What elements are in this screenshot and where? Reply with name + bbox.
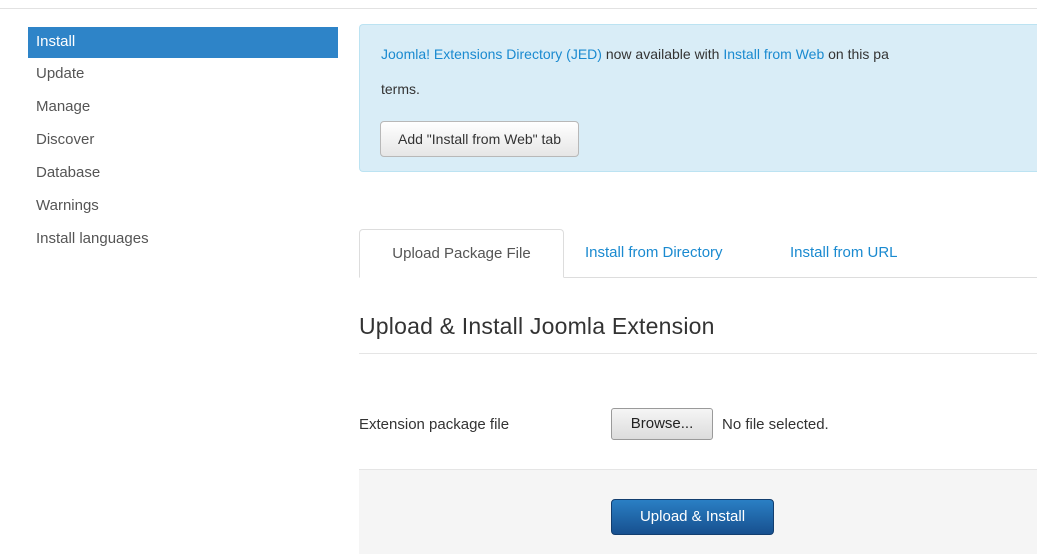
- sidebar-item-discover[interactable]: Discover: [28, 124, 338, 157]
- jed-message-text: Joomla! Extensions Directory (JED) now a…: [381, 46, 889, 62]
- file-status-text: No file selected.: [722, 416, 829, 433]
- heading-divider: [359, 353, 1037, 354]
- sidebar-item-install-languages[interactable]: Install languages: [28, 223, 338, 256]
- jed-message-part-2: on this pa: [824, 46, 889, 62]
- tab-install-from-url[interactable]: Install from URL: [790, 229, 898, 278]
- install-from-web-link[interactable]: Install from Web: [723, 46, 824, 62]
- sidebar-item-manage[interactable]: Manage: [28, 91, 338, 124]
- extension-package-file-label: Extension package file: [359, 416, 510, 433]
- install-tabs: Upload Package File Install from Directo…: [359, 229, 1037, 278]
- jed-link[interactable]: Joomla! Extensions Directory (JED): [381, 46, 602, 62]
- sidebar-item-install[interactable]: Install: [28, 27, 338, 58]
- top-divider: [0, 8, 1037, 9]
- form-actions: Upload & Install: [359, 469, 1037, 554]
- sidebar-item-warnings[interactable]: Warnings: [28, 190, 338, 223]
- jed-message-part-1: now available with: [601, 46, 724, 62]
- jed-info-message: Joomla! Extensions Directory (JED) now a…: [359, 24, 1037, 172]
- submenu-sidebar: Install Update Manage Discover Database …: [28, 27, 338, 256]
- browse-button[interactable]: Browse...: [611, 408, 713, 440]
- upload-install-button[interactable]: Upload & Install: [611, 499, 774, 535]
- sidebar-item-update[interactable]: Update: [28, 58, 338, 91]
- page-title: Upload & Install Joomla Extension: [359, 313, 715, 339]
- jed-message-line-2: terms.: [381, 81, 420, 97]
- add-install-from-web-tab-button[interactable]: Add "Install from Web" tab: [380, 121, 579, 157]
- tab-install-from-directory[interactable]: Install from Directory: [585, 229, 723, 278]
- tab-upload-package-file[interactable]: Upload Package File: [359, 229, 564, 278]
- sidebar-item-database[interactable]: Database: [28, 157, 338, 190]
